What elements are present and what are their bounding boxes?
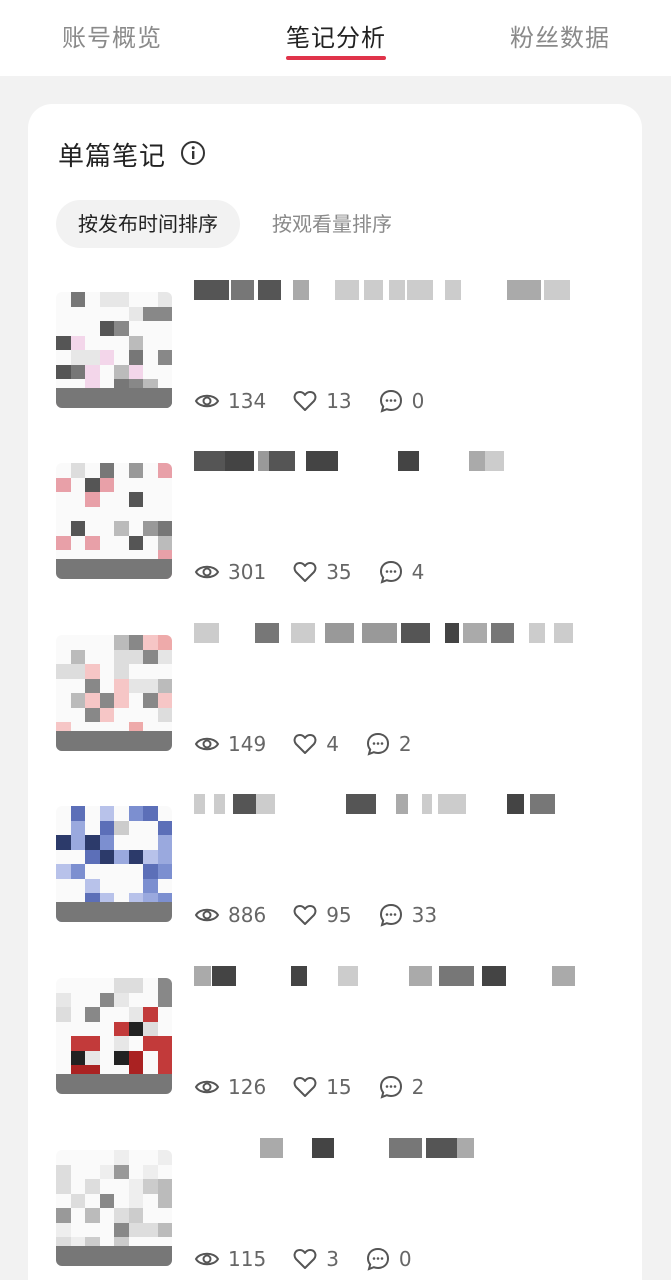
comments-stat: 2 — [365, 731, 412, 757]
tab-fan-data[interactable]: 粉丝数据 — [510, 18, 610, 53]
sort-by-publish-time-button[interactable]: 按发布时间排序 — [56, 200, 240, 248]
top-tab-bar: 账号概览 笔记分析 粉丝数据 — [0, 0, 671, 76]
heart-icon — [293, 905, 317, 925]
note-thumbnail[interactable] — [56, 292, 172, 408]
likes-stat: 4 — [292, 731, 339, 757]
note-thumbnail[interactable] — [56, 978, 172, 1094]
active-tab-indicator — [286, 56, 386, 60]
comments-count: 0 — [411, 389, 425, 413]
likes-count: 35 — [326, 560, 352, 584]
likes-stat: 95 — [292, 902, 352, 928]
likes-count: 13 — [326, 389, 352, 413]
section-title: 单篇笔记 — [58, 142, 167, 172]
comments-stat: 4 — [378, 559, 425, 585]
note-thumbnail[interactable] — [56, 463, 172, 579]
note-title-blurred — [194, 790, 594, 820]
likes-count: 15 — [326, 1075, 352, 1099]
note-title-blurred — [194, 962, 594, 992]
note-stats: 126 15 2 — [194, 1072, 450, 1102]
comments-count: 2 — [411, 1075, 425, 1099]
comments-stat: 0 — [365, 1246, 412, 1272]
views-stat: 149 — [194, 731, 266, 757]
comment-icon — [379, 389, 402, 413]
note-thumbnail[interactable] — [56, 635, 172, 751]
sort-by-views-button[interactable]: 按观看量排序 — [250, 200, 414, 248]
note-row[interactable]: 301 35 4 — [56, 447, 616, 597]
views-count: 301 — [228, 560, 267, 584]
comments-stat: 2 — [378, 1074, 425, 1100]
comments-count: 33 — [411, 903, 438, 927]
likes-count: 4 — [326, 732, 339, 756]
note-thumbnail[interactable] — [56, 1150, 172, 1266]
comments-count: 2 — [398, 732, 412, 756]
heart-icon — [293, 1249, 317, 1269]
note-row[interactable]: 115 3 0 — [56, 1134, 616, 1280]
eye-icon — [194, 908, 220, 922]
heart-icon — [293, 562, 317, 582]
likes-stat: 15 — [292, 1074, 352, 1100]
single-note-card: 单篇笔记 按发布时间排序 按观看量排序 134 13 0 301 35 4 149 4 2 886… — [28, 104, 642, 1280]
likes-count: 3 — [326, 1247, 339, 1271]
views-count: 149 — [228, 732, 267, 756]
comment-icon — [366, 1247, 389, 1271]
note-title-blurred — [194, 1134, 594, 1164]
likes-stat: 3 — [292, 1246, 339, 1272]
note-stats: 301 35 4 — [194, 557, 450, 587]
eye-icon — [194, 1080, 220, 1094]
likes-stat: 13 — [292, 388, 352, 414]
comment-icon — [379, 1075, 402, 1099]
likes-stat: 35 — [292, 559, 352, 585]
note-thumbnail[interactable] — [56, 806, 172, 922]
eye-icon — [194, 1252, 220, 1266]
comment-icon — [379, 903, 402, 927]
views-count: 126 — [228, 1075, 267, 1099]
views-stat: 301 — [194, 559, 266, 585]
views-count: 115 — [228, 1247, 267, 1271]
likes-count: 95 — [326, 903, 352, 927]
views-count: 886 — [228, 903, 267, 927]
comments-stat: 33 — [378, 902, 437, 928]
comment-icon — [366, 732, 389, 756]
views-count: 134 — [228, 389, 267, 413]
comments-count: 4 — [411, 560, 425, 584]
note-row[interactable]: 149 4 2 — [56, 619, 616, 769]
comments-stat: 0 — [378, 388, 425, 414]
tab-account-overview[interactable]: 账号概览 — [62, 18, 162, 53]
views-stat: 115 — [194, 1246, 266, 1272]
note-stats: 149 4 2 — [194, 729, 438, 759]
heart-icon — [293, 1077, 317, 1097]
note-title-blurred — [194, 276, 594, 306]
eye-icon — [194, 565, 220, 579]
comments-count: 0 — [398, 1247, 412, 1271]
note-title-blurred — [194, 447, 594, 477]
heart-icon — [293, 734, 317, 754]
note-stats: 886 95 33 — [194, 900, 463, 930]
views-stat: 126 — [194, 1074, 266, 1100]
note-title-blurred — [194, 619, 594, 649]
note-row[interactable]: 886 95 33 — [56, 790, 616, 940]
note-stats: 115 3 0 — [194, 1244, 438, 1274]
views-stat: 886 — [194, 902, 266, 928]
comment-icon — [379, 560, 402, 584]
tab-note-analysis[interactable]: 笔记分析 — [286, 18, 386, 53]
eye-icon — [194, 394, 220, 408]
views-stat: 134 — [194, 388, 266, 414]
note-stats: 134 13 0 — [194, 386, 450, 416]
note-row[interactable]: 134 13 0 — [56, 276, 616, 426]
eye-icon — [194, 737, 220, 751]
note-row[interactable]: 126 15 2 — [56, 962, 616, 1112]
heart-icon — [293, 391, 317, 411]
info-circle-icon[interactable] — [180, 140, 206, 166]
